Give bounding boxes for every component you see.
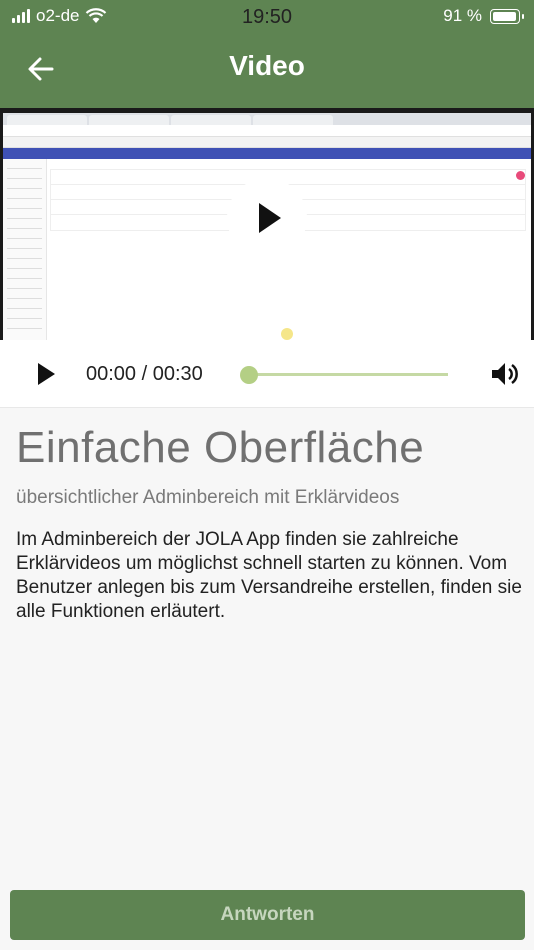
- volume-icon[interactable]: [490, 360, 520, 388]
- status-bar: o2-de 19:50 91 %: [0, 6, 534, 28]
- seek-bar[interactable]: [249, 373, 448, 376]
- content-section: Einfache Oberfläche übersichtlicher Admi…: [16, 423, 526, 624]
- seek-handle[interactable]: [240, 366, 258, 384]
- page-title: Video: [229, 50, 305, 81]
- play-icon[interactable]: [36, 363, 58, 387]
- answer-button[interactable]: Antworten: [10, 890, 525, 940]
- battery-percent: 91 %: [443, 6, 482, 25]
- content-subtitle: übersichtlicher Adminbereich mit Erklärv…: [16, 487, 400, 508]
- video-frame[interactable]: [0, 108, 534, 340]
- battery-icon: [490, 8, 524, 24]
- video-play-overlay-button[interactable]: [227, 178, 307, 258]
- player-controls: 00:00 / 00:30: [0, 340, 534, 408]
- app-header: o2-de 19:50 91 % Video: [0, 0, 534, 108]
- time-display: 00:00 / 00:30: [86, 363, 203, 385]
- content-body: Im Adminbereich der JOLA App finden sie …: [16, 529, 522, 622]
- content-heading: Einfache Oberfläche: [16, 423, 425, 472]
